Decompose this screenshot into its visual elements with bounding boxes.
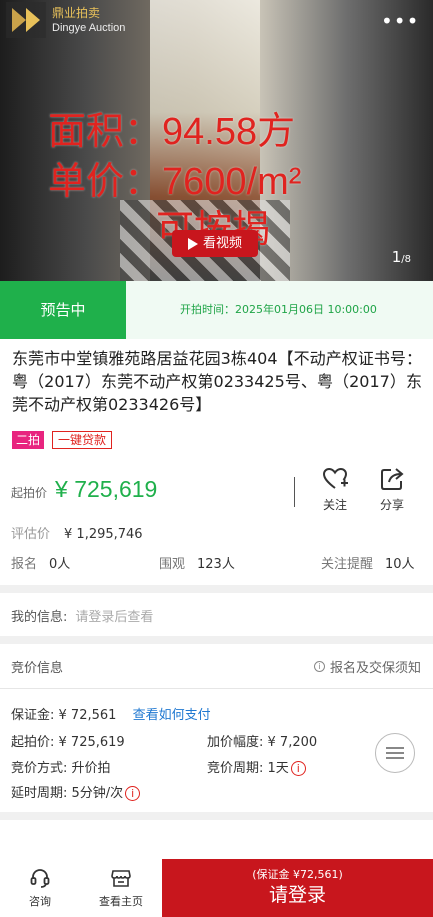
bid-method-label: 竞价方式:: [11, 761, 68, 776]
list-line: [386, 747, 404, 749]
evaluation-value: ¥ 1,295,746: [64, 527, 143, 542]
watch-stat: 围观 123人: [159, 553, 235, 572]
start-price-label: 起拍价:: [11, 735, 55, 750]
evaluation-label: 评估价: [11, 527, 51, 542]
heart-plus-icon: [322, 467, 348, 489]
divider: [294, 477, 295, 507]
list-line: [386, 752, 404, 754]
store-icon: [111, 870, 131, 887]
how-to-pay-link[interactable]: 查看如何支付: [133, 708, 211, 723]
company-logo-icon: [6, 2, 46, 38]
second-auction-badge: 二拍: [12, 431, 45, 449]
pager-current: 1: [391, 248, 402, 266]
hero-image[interactable]: 鼎业拍卖 Dingye Auction ••• 面积：94.58方 单价：760…: [0, 0, 433, 281]
delay-row: 延时周期: 5分钟/次 i: [11, 782, 141, 801]
remind-label: 关注提醒: [321, 557, 374, 572]
overlay-price-text: 单价：7600/m²: [48, 161, 302, 203]
logo-subtext: Dingye Auction: [52, 22, 126, 34]
remind-stat: 关注提醒 10人: [321, 553, 415, 572]
watch-video-label: 看视频: [202, 236, 242, 251]
consult-button[interactable]: 咨询: [10, 867, 70, 909]
watch-label: 围观: [159, 557, 186, 572]
pager-total: /8: [401, 254, 411, 265]
share-button[interactable]: 分享: [372, 466, 412, 513]
headset-icon: [30, 869, 50, 888]
section-separator: [0, 585, 433, 593]
start-price-value: ¥ 725,619: [58, 735, 125, 750]
stats-row: 报名 0人 围观 123人 关注提醒 10人: [11, 553, 421, 573]
bid-method-value: 升价拍: [71, 761, 111, 776]
list-line: [386, 757, 404, 759]
login-button[interactable]: (保证金 ¥72,561) 请登录: [162, 859, 433, 917]
bottom-bar: 咨询 查看主页 (保证金 ¥72,561) 请登录: [0, 859, 433, 917]
view-homepage-label: 查看主页: [99, 895, 143, 908]
more-icon[interactable]: •••: [381, 10, 418, 32]
start-time: 开拍时间：2025年01月06日 10:00:00: [180, 303, 377, 316]
badges-row: 二拍 一键贷款: [12, 431, 113, 449]
evaluation-price: 评估价 ¥ 1,295,746: [11, 523, 143, 542]
increment-row: 加价幅度: ¥ 7,200: [207, 731, 317, 750]
section-separator: [0, 812, 433, 820]
bid-period-label: 竞价周期:: [207, 761, 264, 776]
my-info-label: 我的信息:: [11, 610, 68, 625]
info-icon: i: [313, 661, 325, 672]
bid-period-row: 竞价周期: 1天 i: [207, 757, 306, 776]
divider: [0, 688, 433, 689]
share-icon: [381, 468, 404, 490]
signup-stat: 报名 0人: [11, 553, 70, 572]
signup-notice-label: 报名及交保须知: [329, 661, 421, 676]
share-label: 分享: [379, 498, 404, 512]
deposit-row: 保证金: ¥ 72,561 查看如何支付: [11, 704, 211, 723]
follow-label: 关注: [322, 498, 347, 512]
menu-list-icon[interactable]: [375, 733, 415, 773]
increment-label: 加价幅度:: [207, 735, 264, 750]
play-icon: [187, 237, 198, 250]
consult-label: 咨询: [29, 895, 51, 908]
signup-label: 报名: [11, 557, 38, 572]
deposit-label: 保证金:: [11, 708, 55, 723]
deposit-value: ¥ 72,561: [58, 708, 117, 723]
image-pager: 1/8: [392, 248, 411, 266]
listing-title: 东莞市中堂镇雅苑路居益花园3栋404【不动产权证书号：粤（2017）东莞不动产权…: [12, 349, 422, 414]
follow-button[interactable]: 关注: [315, 466, 355, 513]
overlay-area-text: 面积：94.58方: [48, 111, 296, 153]
watch-value: 123人: [197, 557, 235, 572]
my-info[interactable]: 我的信息: 请登录后查看: [11, 606, 153, 625]
view-homepage-button[interactable]: 查看主页: [91, 867, 151, 909]
section-separator: [0, 636, 433, 644]
login-label: 请登录: [268, 884, 326, 906]
bid-period-value: 1天: [267, 761, 289, 776]
auction-status-bar: 预告中 开拍时间：2025年01月06日 10:00:00: [0, 281, 433, 339]
delay-label: 延时周期:: [11, 786, 68, 801]
my-info-hint: 请登录后查看: [75, 610, 154, 625]
watch-video-button[interactable]: 看视频: [172, 230, 258, 257]
signup-notice-link[interactable]: i 报名及交保须知: [313, 657, 421, 676]
starting-price: 起拍价 ¥ 725,619: [11, 476, 157, 503]
starting-price-label: 起拍价: [11, 486, 48, 500]
period-info-icon[interactable]: i: [290, 761, 306, 776]
one-click-loan-badge[interactable]: 一键贷款: [52, 431, 113, 449]
remind-value: 10人: [385, 557, 415, 572]
starting-price-value: ¥ 725,619: [55, 476, 158, 502]
status-badge: 预告中: [0, 281, 126, 339]
login-deposit-hint: (保证金 ¥72,561): [252, 868, 343, 881]
bid-method-row: 竞价方式: 升价拍: [11, 757, 111, 776]
start-price-row: 起拍价: ¥ 725,619: [11, 731, 125, 750]
increment-value: ¥ 7,200: [267, 735, 318, 750]
logo-text: 鼎业拍卖: [52, 6, 101, 20]
bid-info-header: 竞价信息: [11, 661, 64, 676]
signup-value: 0人: [49, 557, 71, 572]
delay-info-icon[interactable]: i: [125, 786, 141, 801]
delay-value: 5分钟/次: [71, 786, 124, 801]
